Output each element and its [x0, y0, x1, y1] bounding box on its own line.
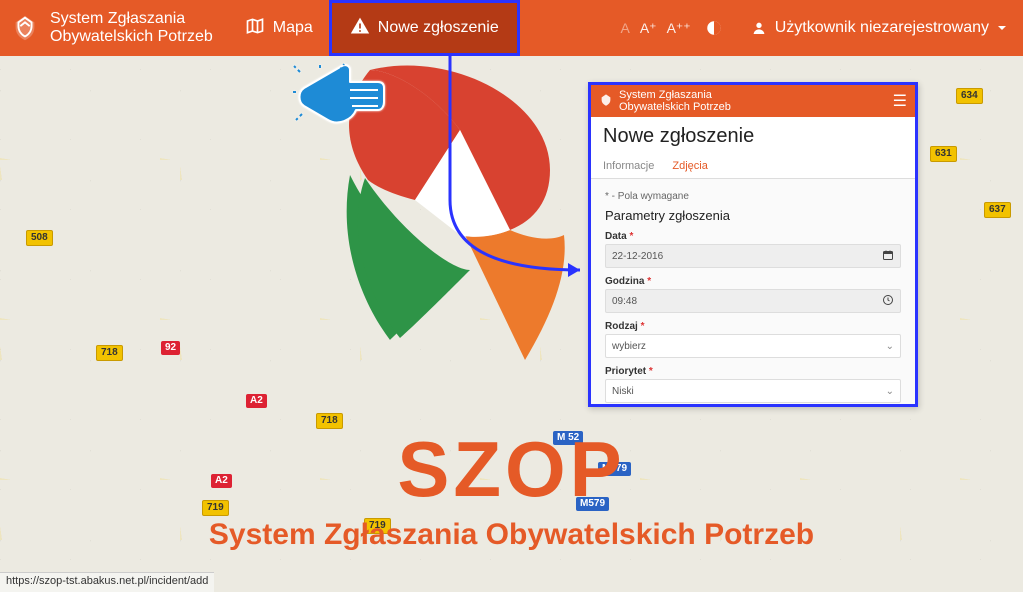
tutorial-hand-icon [290, 62, 385, 137]
form-brand-icon [599, 93, 613, 110]
brand-logo-icon [10, 13, 40, 43]
select-kind-value: wybierz [612, 341, 646, 352]
road-badge: 718 [316, 413, 343, 429]
select-priority-value: Niski [612, 386, 634, 397]
input-date-value: 22-12-2016 [612, 251, 663, 262]
required-note: * - Pola wymagane [605, 191, 901, 202]
road-badge: A2 [246, 394, 267, 408]
brand-line2: Obywatelskich Potrzeb [50, 28, 213, 46]
user-menu[interactable]: Użytkownik niezarejestrowany [737, 19, 1013, 37]
form-panel-header: System Zgłaszania Obywatelskich Potrzeb … [591, 85, 915, 117]
input-time-value: 09:48 [612, 296, 637, 307]
label-date: Data * [605, 231, 901, 242]
form-tabs: Informacje Zdjęcia [591, 154, 915, 179]
brand-line1: System Zgłaszania [50, 10, 213, 28]
brand[interactable]: System Zgłaszania Obywatelskich Potrzeb [10, 10, 229, 47]
font-size-a-plus-plus[interactable]: A⁺⁺ [667, 20, 691, 37]
font-size-a-plus[interactable]: A⁺ [640, 20, 657, 37]
hero-subtitle: System Zgłaszania Obywatelskich Potrzeb [0, 518, 1023, 552]
road-badge: 508 [26, 230, 53, 246]
hamburger-icon[interactable]: ☰ [893, 91, 907, 111]
road-badge: 631 [930, 146, 957, 162]
chevron-down-icon: ⌄ [886, 341, 894, 352]
form-title: Nowe zgłoszenie [591, 117, 915, 154]
road-badge: 92 [161, 341, 180, 355]
label-kind: Rodzaj * [605, 321, 901, 332]
field-date: Data * 22-12-2016 [605, 231, 901, 268]
nav-new-report-label: Nowe zgłoszenie [378, 19, 499, 37]
form-brand-line2: Obywatelskich Potrzeb [619, 101, 731, 113]
calendar-icon [882, 249, 894, 264]
hero-text: SZOP System Zgłaszania Obywatelskich Pot… [0, 430, 1023, 552]
field-kind: Rodzaj * wybierz ⌄ [605, 321, 901, 358]
user-label: Użytkownik niezarejestrowany [775, 19, 989, 37]
form-brand-line1: System Zgłaszania [619, 89, 731, 101]
chevron-down-icon [997, 23, 1007, 33]
label-priority: Priorytet * [605, 366, 901, 377]
status-bar-url: https://szop-tst.abakus.net.pl/incident/… [0, 572, 214, 592]
nav-new-report[interactable]: Nowe zgłoszenie [329, 0, 520, 56]
contrast-toggle-icon[interactable] [705, 19, 723, 37]
road-badge: 718 [96, 345, 123, 361]
user-icon [751, 20, 767, 36]
topbar: System Zgłaszania Obywatelskich Potrzeb … [0, 0, 1023, 56]
tab-photos[interactable]: Zdjęcia [672, 154, 707, 178]
input-date[interactable]: 22-12-2016 [605, 244, 901, 268]
form-brand-text: System Zgłaszania Obywatelskich Potrzeb [619, 89, 731, 113]
hero-title: SZOP [0, 430, 1023, 508]
new-report-form-panel: System Zgłaszania Obywatelskich Potrzeb … [588, 82, 918, 407]
clock-icon [882, 294, 894, 309]
tab-info[interactable]: Informacje [603, 154, 654, 178]
form-body: * - Pola wymagane Parametry zgłoszenia D… [591, 179, 915, 404]
font-size-controls: A A⁺ A⁺⁺ [620, 20, 690, 37]
field-time: Godzina * 09:48 [605, 276, 901, 313]
map-icon [245, 16, 265, 41]
nav-map[interactable]: Mapa [229, 0, 329, 56]
warning-icon [350, 16, 370, 41]
select-kind[interactable]: wybierz ⌄ [605, 334, 901, 358]
nav-map-label: Mapa [273, 19, 313, 37]
brand-text: System Zgłaszania Obywatelskich Potrzeb [50, 10, 213, 47]
road-badge: 634 [956, 88, 983, 104]
road-badge: 637 [984, 202, 1011, 218]
input-time[interactable]: 09:48 [605, 289, 901, 313]
field-priority: Priorytet * Niski ⌄ [605, 366, 901, 403]
form-section-heading: Parametry zgłoszenia [605, 208, 901, 223]
select-priority[interactable]: Niski ⌄ [605, 379, 901, 403]
font-size-a[interactable]: A [620, 20, 629, 36]
label-time: Godzina * [605, 276, 901, 287]
chevron-down-icon: ⌄ [886, 386, 894, 397]
